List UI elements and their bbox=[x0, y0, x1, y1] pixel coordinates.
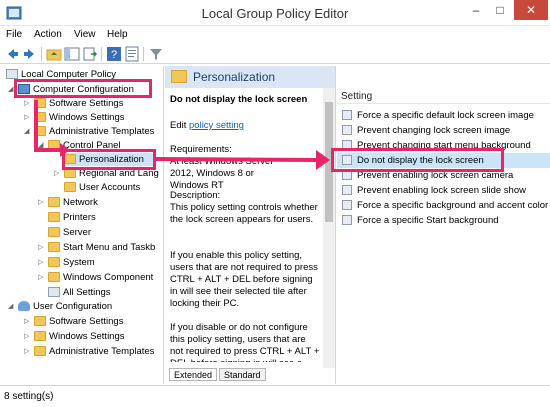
folder-icon bbox=[48, 257, 60, 267]
description-label: Description: bbox=[170, 190, 221, 201]
expand-icon[interactable]: ▷ bbox=[54, 167, 62, 180]
export-list-icon[interactable] bbox=[82, 46, 98, 62]
requirements-value: At least Windows Server 2012, Windows 8 … bbox=[170, 156, 274, 191]
tree-item-software-settings[interactable]: ▷ Software Settings bbox=[24, 97, 123, 110]
setting-row[interactable]: Prevent enabling lock screen slide show bbox=[339, 183, 526, 198]
expand-icon[interactable]: ▷ bbox=[24, 97, 32, 110]
folder-icon bbox=[34, 316, 46, 326]
policy-icon bbox=[6, 69, 18, 79]
folder-icon bbox=[34, 126, 46, 136]
description-pane: Personalization Do not display the lock … bbox=[165, 66, 336, 384]
setting-row[interactable]: Force a specific background and accent c… bbox=[339, 198, 548, 213]
settings-list-icon bbox=[48, 287, 60, 297]
requirements-label: Requirements: bbox=[170, 144, 232, 155]
expand-icon[interactable]: ▷ bbox=[24, 315, 32, 328]
title-bar: Local Group Policy Editor – □ ✕ bbox=[0, 0, 550, 26]
tree-item-user-software-settings[interactable]: ▷ Software Settings bbox=[24, 315, 123, 328]
menu-file[interactable]: File bbox=[6, 29, 22, 40]
description-scrollbar[interactable] bbox=[323, 88, 335, 368]
tree-item-windows-components[interactable]: ▷ Windows Component bbox=[38, 271, 153, 284]
expand-icon[interactable]: ▷ bbox=[38, 256, 46, 269]
tree-pane: Local Computer Policy ◢ Computer Configur… bbox=[2, 66, 164, 384]
close-button[interactable]: ✕ bbox=[514, 0, 548, 20]
policy-setting-icon bbox=[342, 110, 352, 120]
tree-item-system[interactable]: ▷ System bbox=[38, 256, 95, 269]
user-icon bbox=[18, 301, 30, 311]
folder-icon bbox=[48, 272, 60, 282]
tree-item-server[interactable]: Server bbox=[38, 226, 91, 239]
pane-title: Personalization bbox=[193, 70, 276, 84]
filter-icon[interactable] bbox=[148, 46, 164, 62]
folder-icon bbox=[48, 140, 60, 150]
maximize-button[interactable]: □ bbox=[488, 0, 512, 20]
menu-help[interactable]: Help bbox=[107, 29, 128, 40]
pane-header: Personalization bbox=[165, 66, 335, 88]
edit-line: Edit policy setting bbox=[170, 120, 244, 131]
policy-setting-icon bbox=[342, 185, 352, 195]
folder-icon bbox=[171, 70, 187, 83]
edit-policy-link[interactable]: policy setting bbox=[189, 120, 244, 131]
setting-row[interactable]: Force a specific Start background bbox=[339, 213, 499, 228]
svg-text:?: ? bbox=[111, 49, 117, 61]
status-bar: 8 setting(s) bbox=[0, 385, 550, 407]
collapse-icon[interactable]: ◢ bbox=[38, 139, 46, 152]
tree-item-start-menu-and-taskbar[interactable]: ▷ Start Menu and Taskb bbox=[38, 241, 155, 254]
forward-icon[interactable] bbox=[22, 46, 38, 62]
menu-action[interactable]: Action bbox=[34, 29, 62, 40]
back-icon[interactable] bbox=[4, 46, 20, 62]
help-icon[interactable]: ? bbox=[106, 46, 122, 62]
description-text-3: If you disable or do not configure this … bbox=[170, 322, 320, 362]
description-text-1: This policy setting controls whether the… bbox=[170, 202, 318, 225]
tab-extended[interactable]: Extended bbox=[169, 368, 218, 381]
minimize-button[interactable]: – bbox=[464, 0, 488, 20]
toolbar: ? bbox=[0, 44, 550, 64]
policy-title: Do not display the lock screen bbox=[170, 94, 308, 105]
expand-icon[interactable]: ▷ bbox=[38, 241, 46, 254]
collapse-icon[interactable]: ◢ bbox=[24, 125, 32, 138]
policy-setting-icon bbox=[342, 125, 352, 135]
up-folder-icon[interactable] bbox=[46, 46, 62, 62]
expand-icon[interactable]: ▷ bbox=[38, 271, 46, 284]
tree-item-network[interactable]: ▷ Network bbox=[38, 196, 98, 209]
tree-item-user-windows-settings[interactable]: ▷ Windows Settings bbox=[24, 330, 125, 343]
folder-icon bbox=[34, 112, 46, 122]
collapse-icon[interactable]: ◢ bbox=[8, 300, 16, 313]
setting-column-header[interactable]: Setting bbox=[337, 88, 550, 104]
description-text-2: If you enable this policy setting, users… bbox=[170, 250, 318, 309]
settings-pane: Setting Force a specific default lock sc… bbox=[337, 66, 550, 384]
setting-row[interactable]: Force a specific default lock screen ima… bbox=[339, 108, 534, 123]
menu-view[interactable]: View bbox=[74, 29, 96, 40]
properties-icon[interactable] bbox=[124, 46, 140, 62]
folder-icon bbox=[64, 182, 76, 192]
annotation-box-computer-configuration bbox=[14, 79, 152, 98]
folder-icon bbox=[34, 346, 46, 356]
show-hide-tree-icon[interactable] bbox=[64, 46, 80, 62]
tree-item-all-settings[interactable]: All Settings bbox=[38, 286, 111, 299]
folder-icon bbox=[48, 227, 60, 237]
tab-standard[interactable]: Standard bbox=[219, 368, 266, 381]
tree-item-administrative-templates[interactable]: ◢ Administrative Templates bbox=[24, 125, 154, 138]
tree-item-windows-settings[interactable]: ▷ Windows Settings bbox=[24, 111, 125, 124]
folder-icon bbox=[48, 242, 60, 252]
folder-icon bbox=[48, 197, 60, 207]
expand-icon[interactable]: ▷ bbox=[38, 196, 46, 209]
tree-item-user-administrative-templates[interactable]: ▷ Administrative Templates bbox=[24, 345, 154, 358]
folder-icon bbox=[34, 331, 46, 341]
annotation-box-personalization bbox=[62, 149, 156, 170]
folder-icon bbox=[34, 98, 46, 108]
expand-icon[interactable]: ▷ bbox=[24, 330, 32, 343]
annotation-box-lock-screen-setting bbox=[331, 148, 504, 172]
tree-item-printers[interactable]: Printers bbox=[38, 211, 96, 224]
policy-setting-icon bbox=[342, 200, 352, 210]
policy-setting-icon bbox=[342, 215, 352, 225]
setting-row[interactable]: Prevent changing lock screen image bbox=[339, 123, 510, 138]
tree-item-user-configuration[interactable]: ◢ User Configuration bbox=[8, 300, 112, 313]
tree-item-user-accounts[interactable]: User Accounts bbox=[54, 181, 140, 194]
expand-icon[interactable]: ▷ bbox=[24, 111, 32, 124]
status-text: 8 setting(s) bbox=[4, 391, 54, 402]
menu-bar: File Action View Help bbox=[0, 26, 550, 44]
expand-icon[interactable]: ▷ bbox=[24, 345, 32, 358]
folder-icon bbox=[48, 212, 60, 222]
